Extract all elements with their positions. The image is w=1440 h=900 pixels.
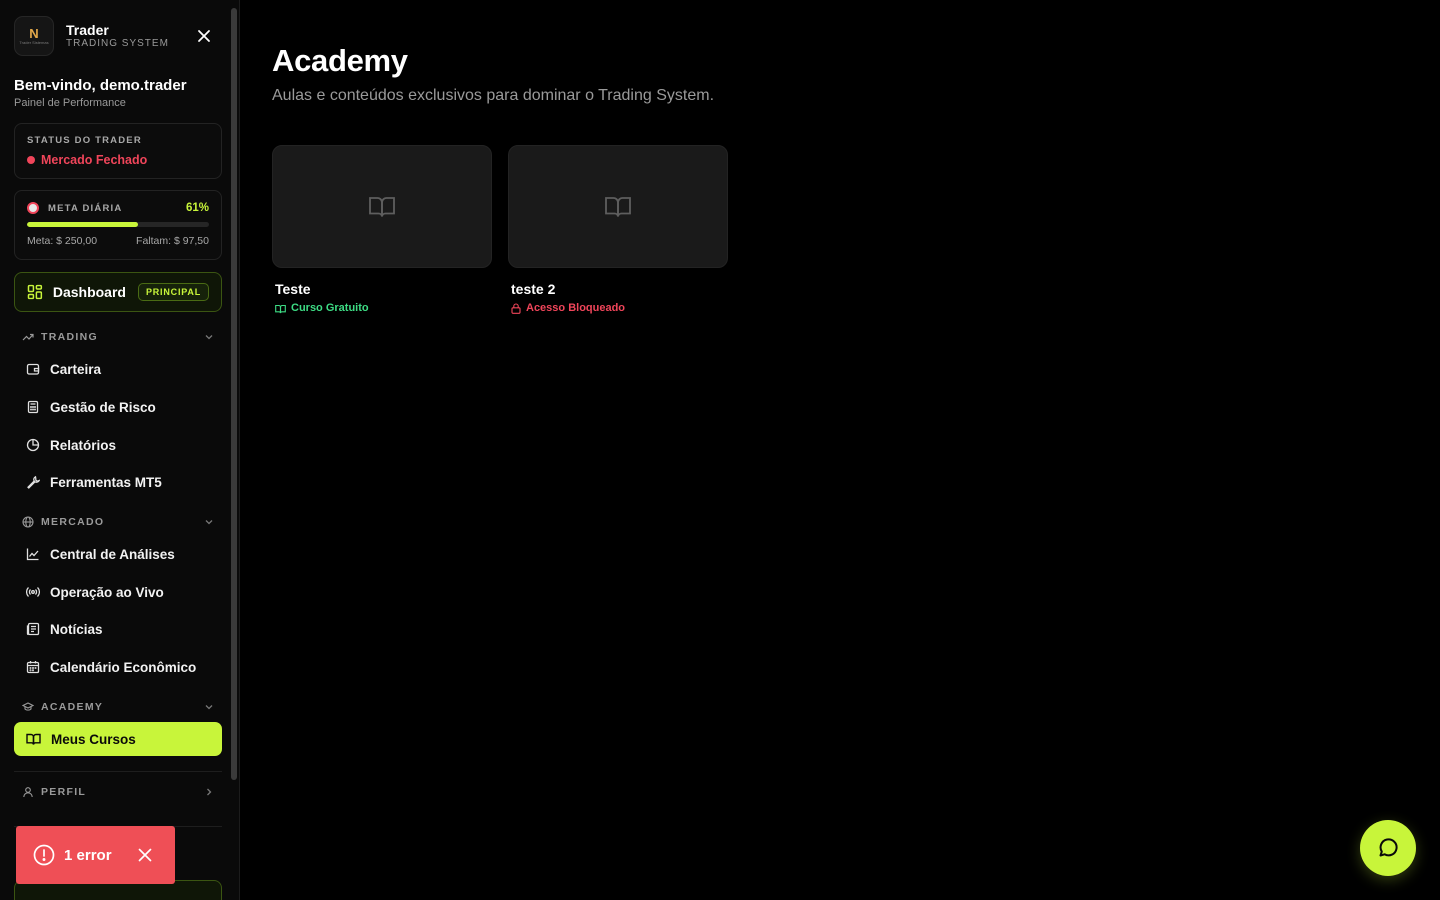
graduation-cap-icon (22, 702, 34, 711)
welcome-subtitle: Painel de Performance (14, 97, 126, 109)
nav-carteira-label: Carteira (50, 361, 102, 377)
status-label: STATUS DO TRADER (27, 135, 142, 146)
wrench-icon (27, 475, 40, 489)
nav-dashboard-label: Dashboard (52, 284, 126, 300)
section-mercado-header[interactable]: MERCADO (22, 514, 214, 530)
course-title: Teste (275, 281, 311, 297)
sidebar-scrollbar[interactable] (231, 8, 237, 780)
nav-relatorios[interactable]: Relatórios (14, 428, 222, 462)
main-content: Academy Aulas e conteúdos exclusivos par… (240, 0, 1440, 900)
nav-dashboard[interactable]: Dashboard PRINCIPAL (14, 272, 222, 312)
course-tag-label: Acesso Bloqueado (526, 302, 626, 314)
section-perfil-label: PERFIL (41, 786, 87, 798)
nav-noticias[interactable]: Notícias (14, 612, 222, 646)
close-sidebar-button[interactable] (194, 26, 214, 46)
trader-status-card: STATUS DO TRADER Mercado Fechado (14, 123, 222, 179)
nav-gestao-de-risco-label: Gestão de Risco (50, 399, 156, 415)
wallet-icon (26, 363, 40, 375)
daily-goal-label: META DIÁRIA (48, 202, 123, 214)
section-trading-label: TRADING (41, 331, 98, 343)
logo-small-text: Trader Sistemas (19, 39, 49, 45)
welcome: Bem-vindo, demo.trader Painel de Perform… (14, 77, 187, 110)
newspaper-icon (26, 622, 40, 636)
alert-circle-icon (33, 844, 55, 866)
daily-goal-percent: 61% (185, 202, 209, 214)
chat-button[interactable] (1360, 820, 1416, 876)
nav-operacao-ao-vivo[interactable]: Operação ao Vivo (14, 575, 222, 609)
book-open-icon (275, 304, 286, 313)
chevron-right-icon (207, 788, 212, 796)
chevron-down-icon (205, 520, 213, 525)
nav-ferramentas-mt5-label: Ferramentas MT5 (50, 474, 162, 490)
nav-calendario-economico-label: Calendário Econômico (50, 659, 197, 675)
course-thumbnail[interactable] (272, 145, 492, 268)
error-toast[interactable]: 1 error (16, 826, 175, 884)
section-academy-header[interactable]: ACADEMY (22, 699, 214, 715)
section-perfil-header[interactable]: PERFIL (22, 784, 214, 800)
target-icon (27, 202, 39, 214)
nav-meus-cursos-label: Meus Cursos (51, 731, 136, 747)
nav-meus-cursos[interactable]: Meus Cursos (14, 722, 222, 756)
status-dot-icon (27, 156, 35, 164)
course-thumbnail[interactable] (508, 145, 728, 268)
lock-icon (511, 303, 521, 314)
nav-gestao-de-risco[interactable]: Gestão de Risco (14, 390, 222, 424)
chevron-down-icon (205, 705, 213, 710)
section-academy-label: ACADEMY (41, 701, 104, 713)
section-mercado-label: MERCADO (41, 516, 105, 528)
nav-central-de-analises[interactable]: Central de Análises (14, 537, 222, 571)
page-title: Academy (272, 43, 408, 78)
brand-logo: N Trader Sistemas (14, 16, 54, 56)
daily-goal-progress-fill (27, 222, 139, 227)
course-tag-label: Curso Gratuito (291, 302, 369, 314)
course-free-tag: Curso Gratuito (275, 302, 492, 315)
sidebar: N Trader Sistemas Trader TRADING SYSTEM … (0, 0, 240, 900)
course-title: teste 2 (511, 281, 556, 297)
principal-badge: PRINCIPAL (137, 283, 209, 301)
nav-carteira[interactable]: Carteira (14, 352, 222, 386)
page-subtitle: Aulas e conteúdos exclusivos para domina… (272, 87, 715, 104)
daily-goal-card: META DIÁRIA 61% Meta: $ 250,00 Faltam: $… (14, 190, 222, 260)
radio-icon (26, 587, 40, 597)
nav-central-de-analises-label: Central de Análises (50, 546, 175, 562)
status-value: Mercado Fechado (41, 153, 148, 167)
error-toast-text: 1 error (64, 846, 112, 864)
brand-name: Trader (66, 22, 109, 38)
chevron-down-icon (205, 335, 213, 340)
brand: N Trader Sistemas Trader TRADING SYSTEM (14, 16, 169, 56)
book-open-icon (369, 196, 395, 217)
message-circle-icon (1379, 838, 1398, 857)
pie-chart-icon (26, 438, 40, 452)
daily-goal-remaining: Faltam: $ 97,50 (136, 235, 209, 247)
calculator-icon (27, 400, 39, 414)
close-icon (198, 30, 210, 42)
section-trading-header[interactable]: TRADING (22, 329, 214, 345)
brand-subtitle: TRADING SYSTEM (66, 38, 169, 49)
course-locked-tag: Acesso Bloqueado (511, 302, 728, 315)
line-chart-icon (26, 548, 39, 561)
course-card[interactable]: Teste Curso Gratuito (272, 145, 492, 315)
logo-mark: N (29, 25, 39, 41)
nav-ferramentas-mt5[interactable]: Ferramentas MT5 (14, 465, 222, 499)
nav-operacao-ao-vivo-label: Operação ao Vivo (50, 584, 164, 600)
globe-icon (22, 516, 34, 528)
daily-goal-progress-bar (27, 222, 209, 227)
error-toast-close-button[interactable] (138, 848, 152, 862)
nav-calendario-economico[interactable]: Calendário Econômico (14, 650, 222, 684)
nav-noticias-label: Notícias (50, 621, 103, 637)
welcome-title: Bem-vindo, demo.trader (14, 77, 187, 94)
trending-up-icon (22, 333, 34, 341)
calendar-icon (26, 661, 40, 674)
close-icon (138, 848, 151, 862)
nav-relatorios-label: Relatórios (50, 437, 117, 453)
user-icon (23, 787, 33, 798)
book-open-icon (26, 733, 41, 745)
book-open-icon (605, 196, 631, 217)
grid-icon (27, 284, 43, 300)
daily-goal-target: Meta: $ 250,00 (27, 235, 98, 247)
course-card[interactable]: teste 2 Acesso Bloqueado (508, 145, 728, 315)
sidebar-divider (14, 771, 222, 772)
